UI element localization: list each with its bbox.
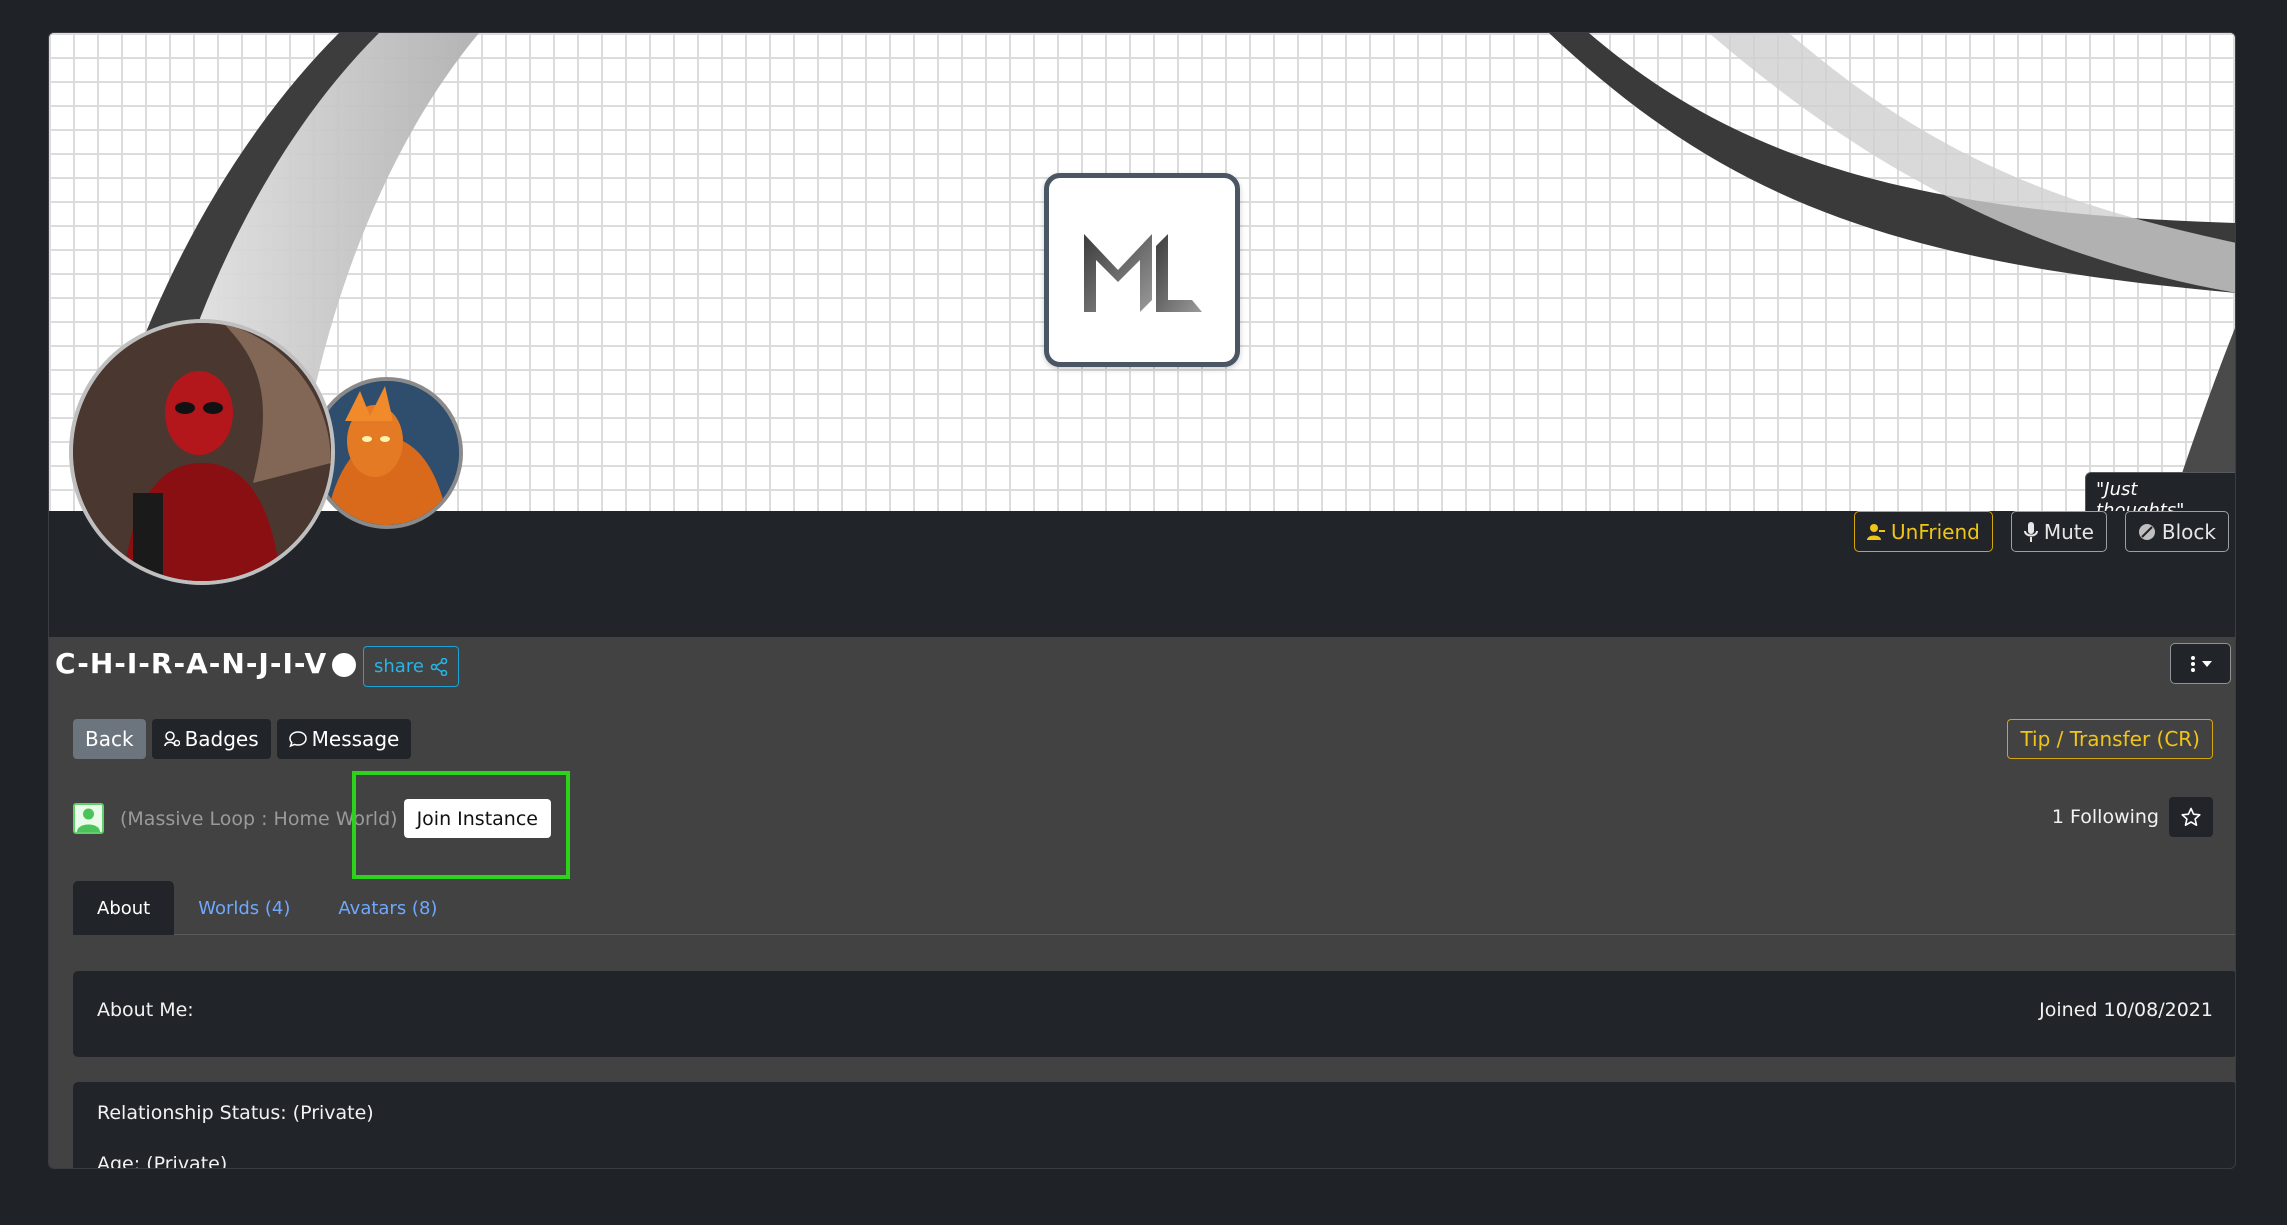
unfriend-label: UnFriend (1891, 519, 1980, 544)
tip-transfer-button[interactable]: Tip / Transfer (CR) (2007, 719, 2213, 759)
highlight-annotation (352, 771, 570, 879)
star-icon (2181, 807, 2201, 827)
status-quote: "Just thoughts" (2085, 472, 2235, 511)
joined-date: Joined 10/08/2021 (2039, 999, 2213, 1021)
share-icon (430, 657, 448, 676)
badges-label: Badges (184, 727, 259, 751)
about-panel: About Me: Joined 10/08/2021 (73, 971, 2235, 1057)
back-label: Back (85, 727, 134, 751)
profile-nav-buttons: Back Badges Message (73, 719, 412, 759)
about-me-label: About Me: (97, 999, 194, 1021)
badge-icon (163, 731, 180, 747)
microphone-icon (2023, 521, 2038, 542)
tip-transfer-label: Tip / Transfer (CR) (2020, 727, 2200, 751)
tab-about[interactable]: About (73, 881, 175, 935)
name-band: C-H-I-R-A-N-J-I-V share (49, 637, 2235, 697)
user-name: C-H-I-R-A-N-J-I-V (55, 647, 328, 680)
ml-logo (1044, 173, 1240, 367)
person-icon (73, 803, 104, 834)
message-label: Message (311, 727, 400, 751)
chat-bubble-icon (288, 731, 307, 748)
person-glyph-icon (77, 808, 100, 832)
online-status-icon (332, 653, 356, 677)
message-button[interactable]: Message (276, 719, 412, 759)
user-minus-icon (1867, 523, 1885, 540)
share-label: share (374, 656, 424, 677)
back-button[interactable]: Back (73, 719, 146, 759)
unfriend-button[interactable]: UnFriend (1854, 511, 1993, 552)
friend-actions: UnFriend Mute Block (1854, 511, 2229, 552)
secondary-avatar-image (315, 381, 459, 525)
follow-star-button[interactable] (2169, 797, 2213, 837)
profile-tabs: About Worlds (4) Avatars (8) (73, 881, 2235, 935)
block-button[interactable]: Block (2124, 511, 2229, 552)
kebab-icon (2190, 655, 2195, 672)
following-count: 1 Following (2051, 806, 2159, 828)
following-group: 1 Following (2052, 797, 2213, 837)
avatar[interactable] (69, 319, 335, 585)
profile-card: "Just thoughts" UnFriend Mute Block C-H-… (48, 32, 2236, 1169)
mute-button[interactable]: Mute (2010, 511, 2107, 552)
block-icon (2138, 523, 2155, 540)
more-options-button[interactable] (2170, 643, 2231, 684)
block-label: Block (2161, 519, 2216, 544)
mute-label: Mute (2043, 519, 2094, 544)
avatar-image (73, 323, 331, 581)
tab-worlds[interactable]: Worlds (4) (174, 881, 314, 935)
caret-down-icon (2201, 660, 2212, 667)
badges-button[interactable]: Badges (151, 719, 271, 759)
tab-avatars[interactable]: Avatars (8) (314, 881, 461, 935)
details-panel: Relationship Status: (Private) Age: (Pri… (73, 1082, 2235, 1169)
age-field: Age: (Private) (97, 1153, 228, 1169)
share-button[interactable]: share (363, 646, 459, 687)
relationship-status: Relationship Status: (Private) (97, 1102, 374, 1124)
ml-logo-icon (1084, 234, 1202, 312)
profile-body: Back Badges Message Tip / Transfer (CR) (49, 697, 2235, 1169)
